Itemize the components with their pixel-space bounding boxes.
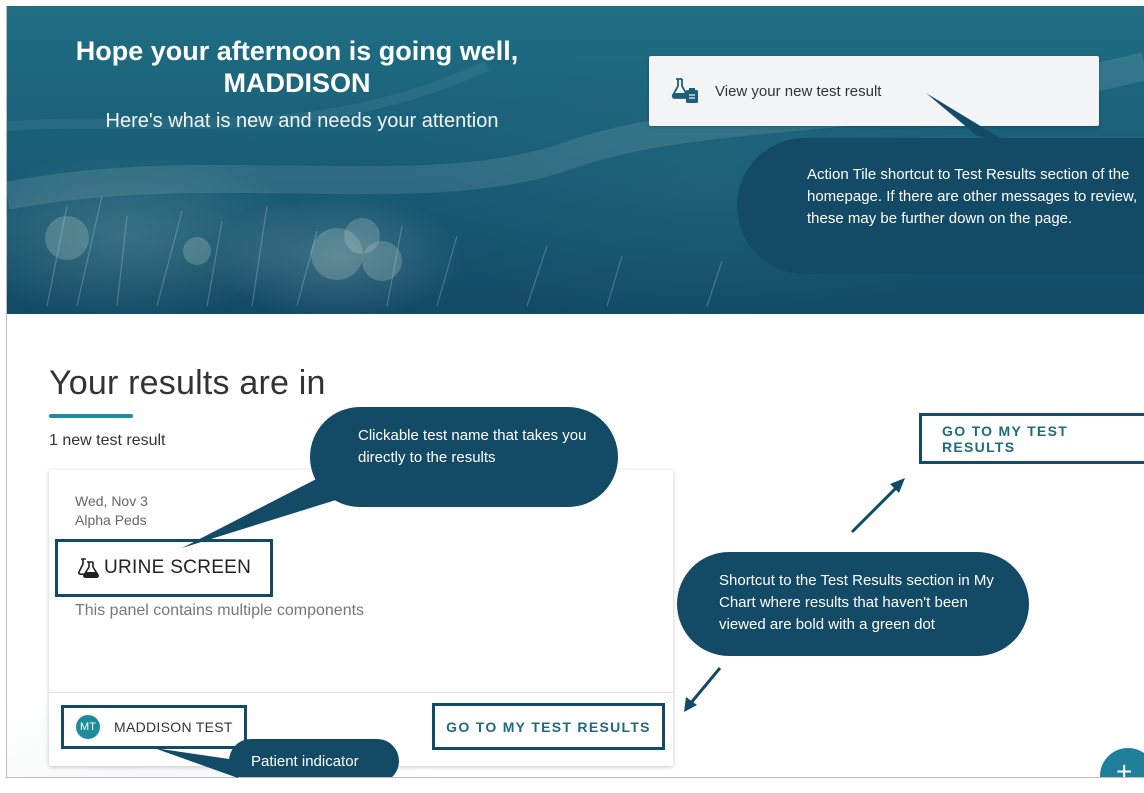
card-divider	[49, 692, 673, 693]
result-date: Wed, Nov 3	[75, 493, 148, 509]
greeting-name: MADDISON	[223, 68, 371, 98]
action-tile-test-result[interactable]: View your new test result	[649, 56, 1099, 126]
result-department: Alpha Peds	[75, 512, 147, 528]
card-go-to-test-results-button[interactable]: GO TO MY TEST RESULTS	[432, 703, 665, 750]
callout-action-tile: Action Tile shortcut to Test Results sec…	[737, 138, 1144, 274]
greeting-line: Hope your afternoon is going well,	[75, 36, 519, 66]
test-name: URINE SCREEN	[104, 557, 252, 578]
title-underline	[49, 414, 133, 418]
patient-name: MADDISON TEST	[114, 719, 233, 735]
greeting-subtitle: Here's what is new and needs your attent…	[105, 110, 499, 132]
page-frame: Hope your afternoon is going well, MADDI…	[6, 6, 1144, 778]
flask-icon	[78, 558, 99, 578]
callout-patient: Patient indicator	[229, 739, 399, 777]
callout-test-name: Clickable test name that takes you direc…	[310, 407, 618, 507]
section-title: Your results are in	[49, 364, 326, 402]
patient-indicator: MT MADDISON TEST	[61, 705, 247, 749]
test-description: This panel contains multiple components	[75, 602, 365, 619]
new-result-count: 1 new test result	[49, 432, 166, 449]
action-tile-label: View your new test result	[715, 82, 882, 100]
plus-icon: +	[1116, 756, 1133, 778]
patient-avatar: MT	[76, 715, 100, 739]
test-name-link[interactable]: URINE SCREEN	[55, 539, 273, 597]
callout-shortcut: Shortcut to the Test Results section in …	[677, 552, 1029, 656]
test-results-icon	[671, 78, 698, 103]
test-result-card: Wed, Nov 3 Alpha Peds URINE SCREEN This …	[49, 470, 673, 766]
go-to-test-results-button[interactable]: GO TO MY TEST RESULTS	[919, 413, 1144, 464]
